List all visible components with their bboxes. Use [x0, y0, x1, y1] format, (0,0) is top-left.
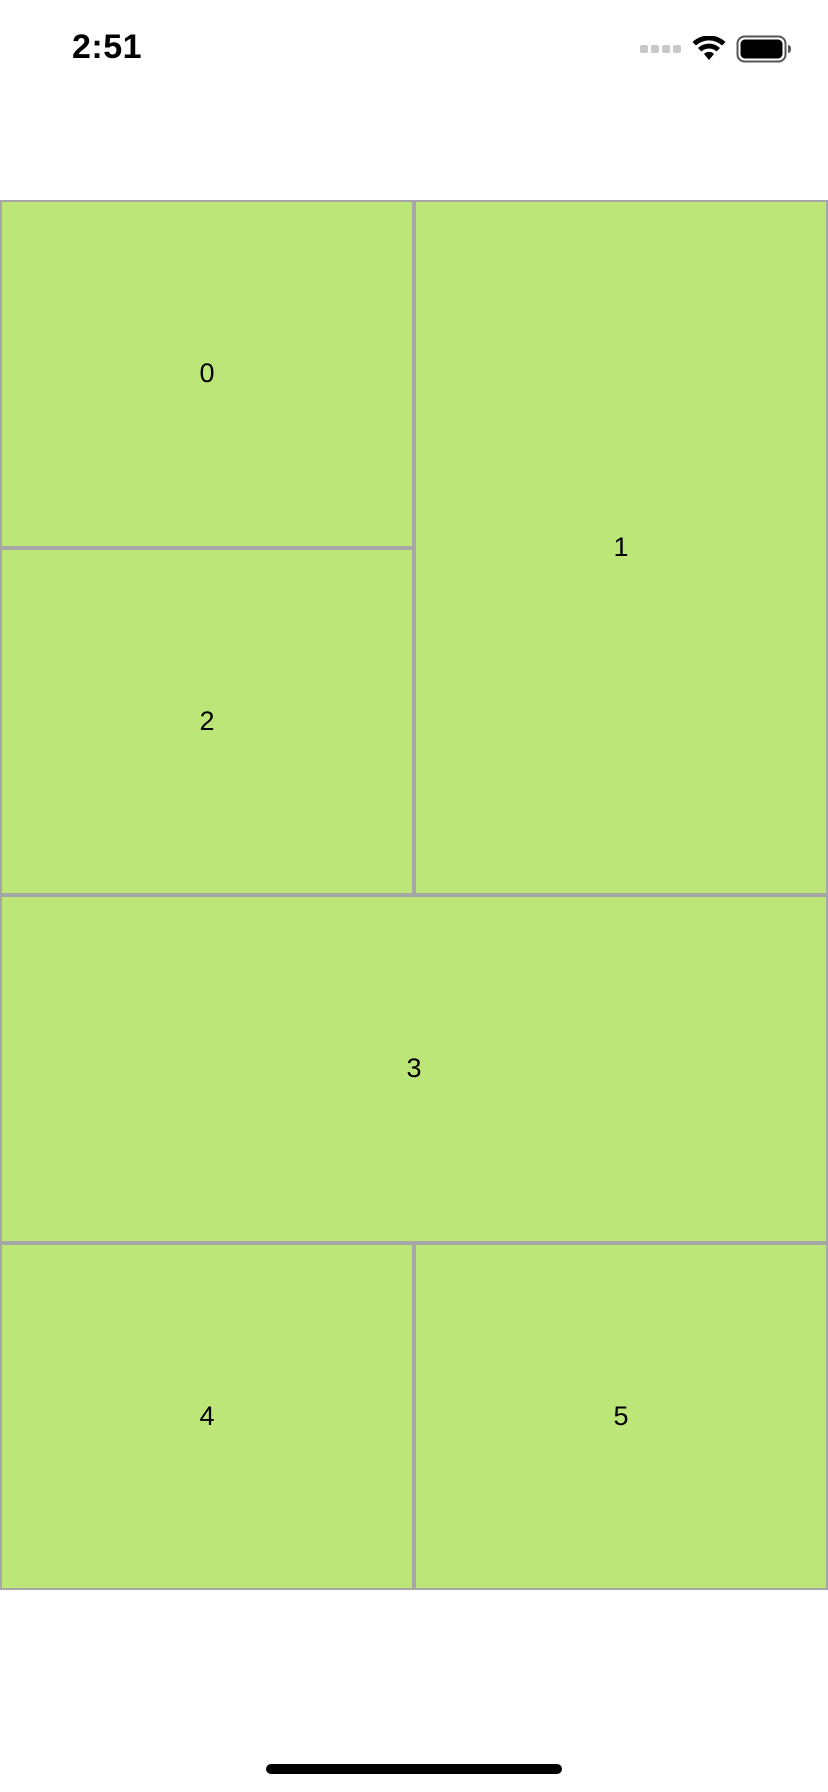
- grid-cell-2[interactable]: 2: [0, 547, 414, 895]
- status-time: 2:51: [72, 28, 143, 66]
- grid-cell-3[interactable]: 3: [0, 895, 828, 1243]
- grid-cell-5[interactable]: 5: [414, 1242, 828, 1590]
- battery-icon: [736, 35, 791, 63]
- cell-label: 5: [613, 1400, 629, 1431]
- collection-grid: 0 1 2 3 4 5: [0, 200, 828, 1590]
- grid-cell-0[interactable]: 0: [0, 200, 414, 548]
- grid-cell-1[interactable]: 1: [414, 200, 828, 895]
- status-icons: [640, 34, 792, 64]
- cell-label: 0: [199, 358, 215, 389]
- cell-label: 1: [613, 532, 629, 562]
- cell-label: 2: [199, 705, 215, 736]
- status-bar: 2:51: [0, 0, 828, 100]
- cell-label: 3: [406, 1053, 422, 1084]
- home-indicator[interactable]: [266, 1764, 562, 1774]
- grid-cell-4[interactable]: 4: [0, 1242, 414, 1590]
- wifi-icon: [692, 36, 726, 60]
- cellular-signal-icon: [640, 45, 681, 53]
- cell-label: 4: [199, 1400, 215, 1431]
